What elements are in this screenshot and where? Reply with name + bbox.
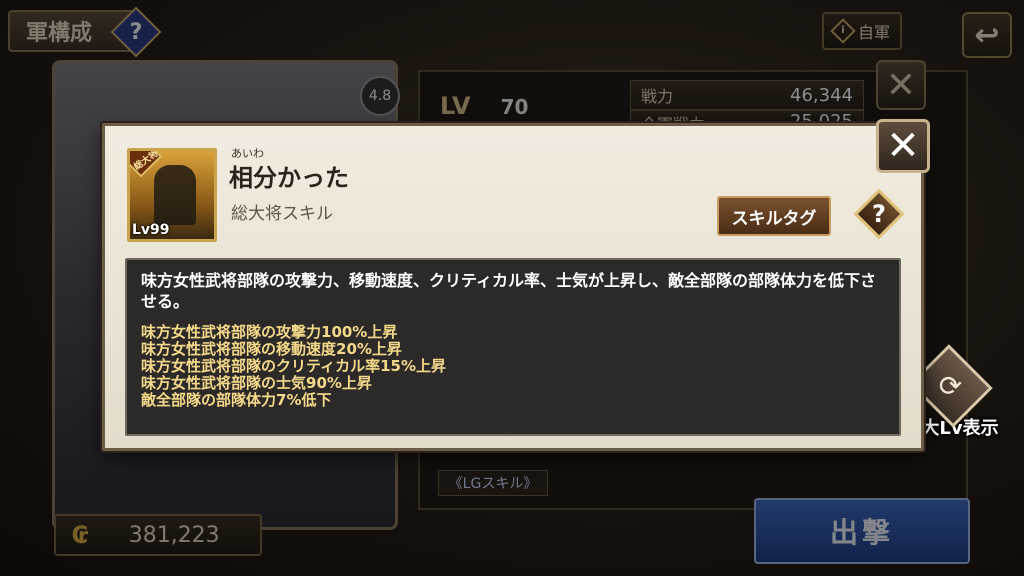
refresh-icon: ⟳	[939, 369, 963, 403]
skill-effects-list: 味方女性武将部隊の攻撃力100%上昇 味方女性武将部隊の移動速度20%上昇 味方…	[141, 324, 885, 409]
close-icon: ✕	[886, 123, 920, 169]
skill-effect-item: 敵全部隊の部隊体力7%低下	[141, 391, 332, 409]
skill-tag-button[interactable]: スキルタグ	[717, 196, 831, 236]
skill-effect-item: 味方女性武将部隊の移動速度20%上昇	[141, 340, 402, 358]
skill-description: 味方女性武将部隊の攻撃力、移動速度、クリティカル率、士気が上昇し、敵全部隊の部隊…	[141, 271, 877, 311]
skill-icon: 総大将 Lv99	[127, 148, 217, 242]
skill-type: 総大将スキル	[231, 204, 333, 224]
skill-name: 相分かった	[229, 164, 349, 192]
skill-level: Lv99	[132, 222, 170, 238]
skill-effect-item: 味方女性武将部隊のクリティカル率15%上昇	[141, 357, 447, 375]
question-icon: ?	[872, 200, 886, 228]
skill-help-button[interactable]: ?	[853, 188, 905, 240]
skill-effect-item: 味方女性武将部隊の攻撃力100%上昇	[141, 323, 398, 341]
general-silhouette-icon	[154, 165, 196, 225]
skill-effect-item: 味方女性武将部隊の士気90%上昇	[141, 374, 372, 392]
skill-description-box: 味方女性武将部隊の攻撃力、移動速度、クリティカル率、士気が上昇し、敵全部隊の部隊…	[125, 258, 901, 436]
modal-close-button[interactable]: ✕	[876, 119, 930, 173]
skill-detail-modal: 総大将 Lv99 あいわ 相分かった 総大将スキル スキルタグ ? 味方女性武将…	[102, 123, 924, 451]
